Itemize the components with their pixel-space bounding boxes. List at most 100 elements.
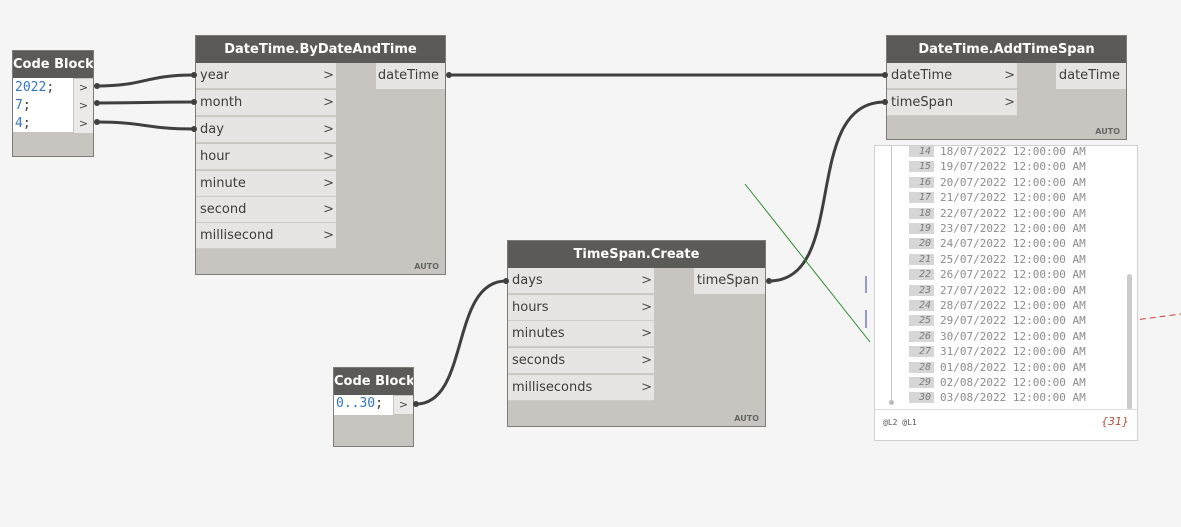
row-value: 02/08/2022 12:00:00 AM <box>940 376 1086 389</box>
input-port-datetime[interactable]: dateTime > <box>887 63 1017 89</box>
port-label: dateTime <box>891 68 953 83</box>
port-label: milliseconds <box>512 380 593 395</box>
output-port-datetime[interactable]: dateTime <box>376 63 445 89</box>
preview-footer: @L2 @L1 {31} <box>875 409 1137 440</box>
output-port[interactable]: > <box>73 79 93 97</box>
port-dot <box>446 72 452 78</box>
code-block-date-node[interactable]: Code Block 2022; 7; 4; > > > <box>12 50 94 157</box>
port-dot <box>94 100 100 106</box>
row-value: 31/07/2022 12:00:00 AM <box>940 345 1086 359</box>
output-port[interactable]: > <box>393 396 413 414</box>
code-value: 0..30 <box>336 396 376 411</box>
node-title: Code Block <box>13 51 93 78</box>
input-port-seconds[interactable]: seconds > <box>508 348 654 374</box>
input-port-year[interactable]: year > <box>196 63 336 89</box>
output-port-timespan[interactable]: timeSpan <box>694 268 765 294</box>
row-index: 15 <box>909 161 934 173</box>
chevron-right-icon: > <box>641 326 652 341</box>
row-value: 19/07/2022 12:00:00 AM <box>940 160 1086 174</box>
lacing-indicator[interactable]: AUTO <box>734 414 759 423</box>
input-port-hour[interactable]: hour > <box>196 144 336 170</box>
port-label: year <box>200 68 230 83</box>
code-suffix: ; <box>22 98 31 113</box>
row-value: 01/08/2022 12:00:00 AM <box>940 360 1086 374</box>
row-value: 28/07/2022 12:00:00 AM <box>940 299 1086 312</box>
node-title: TimeSpan.Create <box>508 241 765 268</box>
port-label: timeSpan <box>891 95 954 110</box>
datetime-bydateandtime-node[interactable]: DateTime.ByDateAndTime year > month > day >… <box>195 35 446 275</box>
port-label: seconds <box>512 353 566 368</box>
port-label: timeSpan <box>696 273 759 288</box>
row-index: 18 <box>909 207 934 219</box>
code-editor[interactable]: 0..30; <box>334 395 393 415</box>
datetime-addtimespan-node[interactable]: DateTime.AddTimeSpan dateTime > timeSpan >… <box>886 35 1127 140</box>
row-value: 21/07/2022 12:00:00 AM <box>940 191 1086 205</box>
preview-bubble[interactable]: 14 18/07/2022 12:00:00 AM 15 19/07/2022 12:… <box>874 145 1138 441</box>
lacing-indicator[interactable]: AUTO <box>1095 127 1120 136</box>
row-index: 20 <box>909 238 934 250</box>
port-dot <box>94 83 100 89</box>
input-port-milliseconds[interactable]: milliseconds > <box>508 375 654 401</box>
port-dot <box>191 126 197 132</box>
port-label: hour <box>200 149 230 164</box>
chevron-right-icon: > <box>641 380 652 395</box>
chevron-right-icon: > <box>641 300 652 315</box>
input-port-timespan[interactable]: timeSpan > <box>887 90 1017 116</box>
wire-day[interactable] <box>96 120 195 131</box>
row-index: 19 <box>909 223 934 234</box>
chevron-right-icon: > <box>323 95 334 110</box>
code-editor[interactable]: 2022; 7; 4; <box>13 78 73 132</box>
output-port[interactable]: > <box>73 115 93 133</box>
chevron-right-icon: > <box>1004 68 1015 83</box>
row-value: 24/07/2022 12:00:00 AM <box>940 237 1086 251</box>
row-value: 27/07/2022 12:00:00 AM <box>940 283 1086 297</box>
input-port-second[interactable]: second > <box>196 197 336 223</box>
row-value: 22/07/2022 12:00:00 AM <box>940 206 1086 220</box>
row-index: 25 <box>909 315 934 327</box>
input-port-minute[interactable]: minute > <box>196 171 336 197</box>
wire-month[interactable] <box>96 100 195 105</box>
input-port-day[interactable]: day > <box>196 117 336 143</box>
row-index: 14 <box>909 146 934 157</box>
port-dot <box>94 119 100 125</box>
port-dot <box>882 99 888 105</box>
wire-year[interactable] <box>96 73 195 88</box>
port-label: millisecond <box>200 228 274 243</box>
output-port-datetime[interactable]: dateTime <box>1056 63 1126 89</box>
port-label: minutes <box>512 326 565 341</box>
code-suffix: ; <box>46 80 55 95</box>
input-port-days[interactable]: days > <box>508 268 654 294</box>
row-index: 17 <box>909 192 934 204</box>
chevron-right-icon: > <box>323 122 334 137</box>
port-dot <box>191 99 197 105</box>
output-port[interactable]: > <box>73 97 93 115</box>
input-port-minutes[interactable]: minutes > <box>508 321 654 347</box>
chevron-right-icon: > <box>641 353 652 368</box>
wire-timespan[interactable] <box>768 100 886 283</box>
row-index: 28 <box>909 361 934 373</box>
input-port-month[interactable]: month > <box>196 90 336 116</box>
input-port-millisecond[interactable]: millisecond > <box>196 223 336 249</box>
wire-days[interactable] <box>415 279 507 406</box>
chevron-right-icon: > <box>323 202 334 217</box>
code-suffix: ; <box>375 396 383 411</box>
lacing-indicator[interactable]: AUTO <box>414 262 439 271</box>
row-value: 23/07/2022 12:00:00 AM <box>940 222 1086 235</box>
code-suffix: ; <box>22 116 31 131</box>
row-index: 22 <box>909 269 934 281</box>
row-index: 21 <box>909 253 934 265</box>
port-label: minute <box>200 176 246 191</box>
preview-scrollbar[interactable] <box>1127 274 1132 410</box>
row-value: 18/07/2022 12:00:00 AM <box>940 145 1086 158</box>
chevron-right-icon: > <box>641 273 652 288</box>
list-levels[interactable]: @L2 @L1 <box>883 418 917 427</box>
list-tree-line <box>891 146 892 403</box>
code-block-range-node[interactable]: Code Block 0..30; > <box>333 367 414 447</box>
port-dot <box>191 72 197 78</box>
row-index: 16 <box>909 176 934 188</box>
row-value: 29/07/2022 12:00:00 AM <box>940 314 1086 328</box>
input-port-hours[interactable]: hours > <box>508 295 654 321</box>
port-dot <box>766 278 772 284</box>
port-label: second <box>200 202 247 217</box>
timespan-create-node[interactable]: TimeSpan.Create days > hours > minutes > se… <box>507 240 766 427</box>
